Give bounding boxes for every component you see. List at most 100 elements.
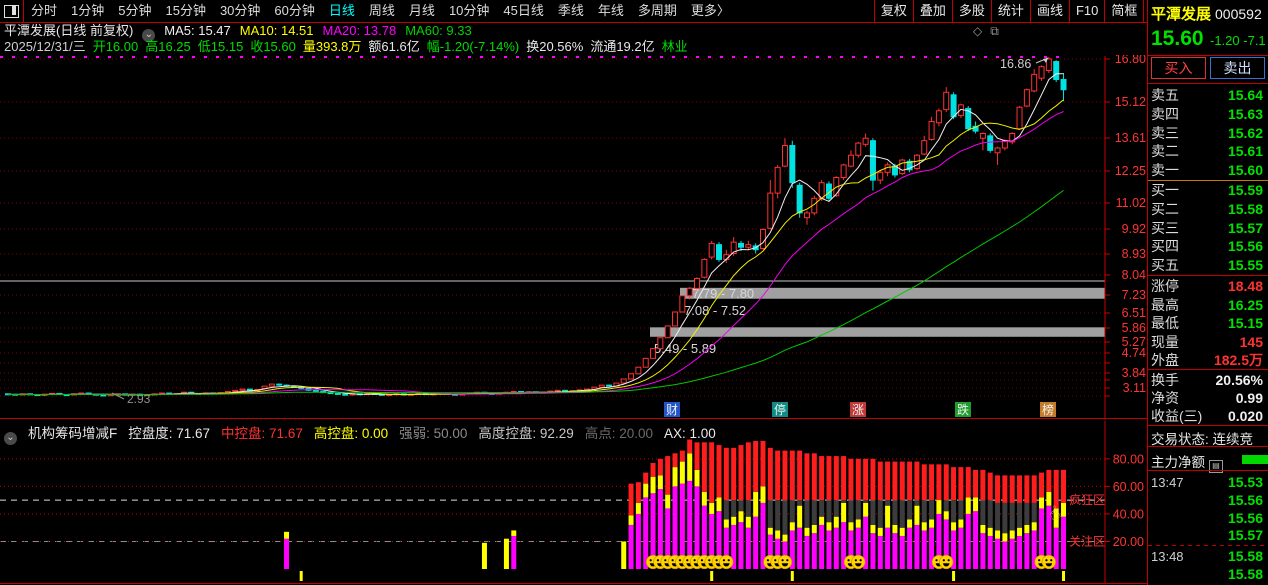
row-value: 15.56 <box>1228 237 1263 256</box>
svg-text:7.79 - 7.80: 7.79 - 7.80 <box>692 286 754 301</box>
period-tab-年线[interactable]: 年线 <box>591 0 631 22</box>
ma-value: MA20: 13.78 <box>323 23 397 38</box>
svg-text:3.84: 3.84 <box>1122 366 1146 380</box>
row-value: 182.5万 <box>1214 351 1263 370</box>
indicator-metric: 高度控盘: 92.29 <box>478 426 573 441</box>
svg-text:3.11: 3.11 <box>1123 381 1146 395</box>
row-label: 涨停 <box>1151 277 1179 296</box>
period-tab-多周期[interactable]: 多周期 <box>631 0 684 22</box>
svg-text:80.00: 80.00 <box>1113 452 1144 466</box>
cost-bands: 7.79 - 7.807.08 - 7.525.49 - 5.89 <box>0 281 1105 356</box>
tick-row: 15.56 <box>1148 509 1268 528</box>
row-value: 145 <box>1240 333 1263 352</box>
indicator-metrics: 控盘度: 71.67中控盘: 71.67高控盘: 0.00强弱: 50.00高度… <box>128 426 727 441</box>
period-tab-30分钟[interactable]: 30分钟 <box>213 0 267 22</box>
svg-text:7.08 - 7.52: 7.08 - 7.52 <box>684 303 746 318</box>
tick-price: 15.56 <box>1228 491 1263 510</box>
smiley-markers <box>646 555 1055 569</box>
panel-row[interactable]: 最高 16.25 <box>1148 296 1268 315</box>
list-icon[interactable]: ▤ <box>1209 460 1223 473</box>
diamond-icon[interactable]: ◇ <box>973 24 990 38</box>
row-label: 收益(三) <box>1151 407 1202 426</box>
toolbar-button-简框[interactable]: 简框 <box>1104 0 1143 22</box>
main-candlestick-chart[interactable]: 7.79 - 7.807.08 - 7.525.49 - 5.8916.8015… <box>0 55 1147 418</box>
svg-text:疯狂区: 疯狂区 <box>1069 492 1105 507</box>
tick-row: 13:4715.53 <box>1148 473 1268 492</box>
toolbar-button-画线[interactable]: 画线 <box>1030 0 1069 22</box>
row-value: 16.25 <box>1228 296 1263 315</box>
row-value: 15.60 <box>1228 161 1263 180</box>
panel-row[interactable]: 涨停 18.48 <box>1148 277 1268 296</box>
divider <box>1148 446 1268 447</box>
period-tab-5分钟[interactable]: 5分钟 <box>111 0 158 22</box>
split-view-icon[interactable]: ⧉ <box>990 24 1007 38</box>
period-tab-分时[interactable]: 分时 <box>24 0 64 22</box>
panel-row[interactable]: 卖一15.60 <box>1148 161 1268 180</box>
panel-row[interactable]: 卖三15.62 <box>1148 124 1268 143</box>
day-stat: 量393.8万 <box>303 39 362 54</box>
period-tab-1分钟[interactable]: 1分钟 <box>64 0 111 22</box>
window-split-icon <box>4 5 19 18</box>
period-tab-更多〉[interactable]: 更多〉 <box>684 0 737 22</box>
toolbar-button-叠加[interactable]: 叠加 <box>913 0 952 22</box>
toolbar-button-统计[interactable]: 统计 <box>991 0 1030 22</box>
row-label: 最高 <box>1151 296 1179 315</box>
svg-text:财: 财 <box>666 403 678 417</box>
period-tab-60分钟[interactable]: 60分钟 <box>267 0 321 22</box>
row-value: 15.63 <box>1228 105 1263 124</box>
window-layout-button[interactable] <box>0 0 24 22</box>
svg-text:8.93: 8.93 <box>1122 247 1146 261</box>
stock-trading-app: 分时1分钟5分钟15分钟30分钟60分钟日线周线月线10分钟45日线季线年线多周… <box>0 0 1268 585</box>
panel-row[interactable]: 买二15.58 <box>1148 200 1268 219</box>
panel-row[interactable]: 收益(三)0.020 <box>1148 407 1268 426</box>
panel-row[interactable]: 卖五15.64 <box>1148 86 1268 105</box>
panel-row[interactable]: 现量 145 <box>1148 333 1268 352</box>
news-ticker-shortcuts[interactable]: 财停涨跌榜 <box>664 402 1056 417</box>
svg-text:5.86: 5.86 <box>1122 321 1146 335</box>
row-label: 现量 <box>1151 333 1179 352</box>
period-tab-45日线[interactable]: 45日线 <box>496 0 550 22</box>
panel-row[interactable]: 买三15.57 <box>1148 219 1268 238</box>
buy-button[interactable]: 买入 <box>1151 57 1206 79</box>
period-tab-季线[interactable]: 季线 <box>551 0 591 22</box>
svg-text:停: 停 <box>774 402 786 417</box>
panel-row[interactable]: 买五15.55 <box>1148 256 1268 275</box>
toolbar-button-F10[interactable]: F10 <box>1069 0 1104 22</box>
toolbar-button-复权[interactable]: 复权 <box>874 0 913 22</box>
toolbar-button-多股[interactable]: 多股 <box>952 0 991 22</box>
row-value: 18.48 <box>1228 277 1263 296</box>
sell-button[interactable]: 卖出 <box>1210 57 1265 79</box>
panel-row[interactable]: 换手20.56% <box>1148 371 1268 390</box>
tick-row: 15.57 <box>1148 526 1268 545</box>
svg-text:涨: 涨 <box>852 402 864 417</box>
svg-text:跌: 跌 <box>957 402 969 417</box>
indicator-collapse-icon[interactable]: ⌄ <box>4 432 17 445</box>
indicator-metric: 控盘度: 71.67 <box>128 426 210 441</box>
indicator-name[interactable]: 机构筹码增减F <box>28 426 117 441</box>
panel-row[interactable]: 外盘182.5万 <box>1148 351 1268 370</box>
row-value: 15.61 <box>1228 142 1263 161</box>
panel-row[interactable]: 买四15.56 <box>1148 237 1268 256</box>
date-label: 2025/12/31/三 <box>4 39 86 54</box>
panel-row[interactable]: 最低15.15 <box>1148 314 1268 333</box>
period-tab-月线[interactable]: 月线 <box>402 0 442 22</box>
panel-row[interactable]: 卖二15.61 <box>1148 142 1268 161</box>
panel-row[interactable]: 卖四15.63 <box>1148 105 1268 124</box>
period-tab-日线[interactable]: 日线 <box>322 0 362 22</box>
svg-text:60.00: 60.00 <box>1113 480 1144 494</box>
panel-row[interactable]: 净资0.99 <box>1148 389 1268 408</box>
period-tab-15分钟[interactable]: 15分钟 <box>158 0 212 22</box>
row-value: 20.56% <box>1216 371 1263 390</box>
row-value: 15.57 <box>1228 219 1263 238</box>
period-tab-10分钟[interactable]: 10分钟 <box>442 0 496 22</box>
tick-price: 15.58 <box>1228 565 1263 584</box>
ma-value: MA10: 14.51 <box>240 23 314 38</box>
period-tab-周线[interactable]: 周线 <box>362 0 402 22</box>
main-gridlines <box>0 57 1105 396</box>
ma-lines <box>8 74 1064 395</box>
panel-row[interactable]: 买一15.59 <box>1148 181 1268 200</box>
row-label: 买五 <box>1151 256 1179 275</box>
svg-text:榜: 榜 <box>1042 402 1054 417</box>
divider <box>1148 55 1268 56</box>
ma-value: MA60: 9.33 <box>405 23 472 38</box>
